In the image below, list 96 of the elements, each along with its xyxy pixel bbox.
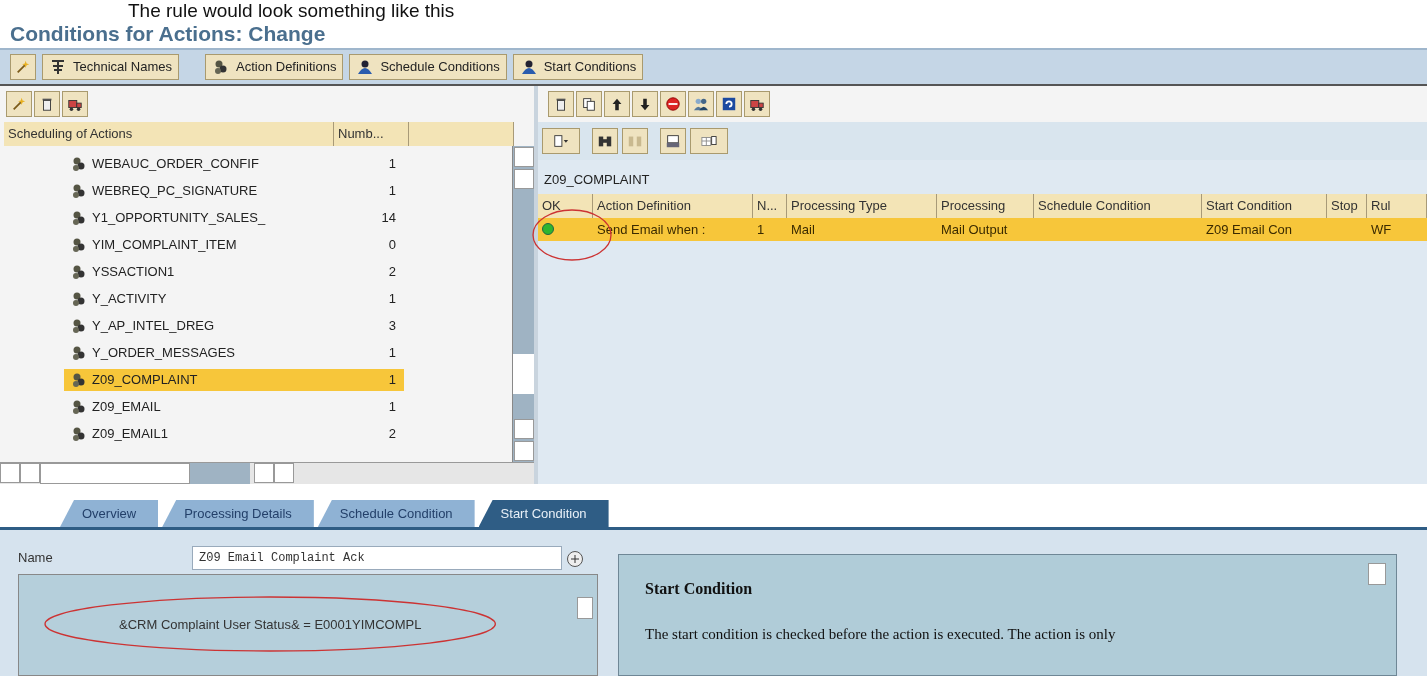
move-down-button[interactable] [632,91,658,117]
people-icon [519,58,538,76]
column-header: Stop [1327,193,1367,218]
tab[interactable]: Start Condition [478,500,609,527]
tree-item[interactable]: Y_AP_INTEL_DREG [64,314,329,337]
find-button[interactable] [592,128,618,154]
print-icon [665,133,681,149]
profile-label: Z09_COMPLAINT [543,171,651,189]
scrollbar[interactable] [577,597,593,619]
column-header: Scheduling of Actions [4,122,334,146]
column-header: Processing Type [787,193,937,218]
caption-text: The rule would look something like this [127,0,456,22]
item-count: 2 [387,262,397,281]
vertical-scrollbar[interactable] [512,146,534,462]
copy-icon [581,96,597,112]
item-count: 1 [387,397,397,416]
wand-icon [11,96,27,112]
item-name: Z09_EMAIL1 [92,424,168,443]
item-count: 1 [387,343,397,362]
scrollbar[interactable] [1368,563,1386,585]
item-name: Y_ACTIVITY [92,289,167,308]
tech-names-icon [49,58,67,76]
item-count: 1 [387,289,397,308]
new-button[interactable] [542,128,580,154]
help-title: Start Condition [645,579,754,599]
item-name: YSSACTION1 [92,262,175,281]
transport-button[interactable] [62,91,88,117]
toolbar-button[interactable]: Action Definitions [205,54,344,80]
tree-item[interactable]: WEBREQ_PC_SIGNATURE [64,179,329,202]
delete-button[interactable] [34,91,60,117]
item-name: Y1_OPPORTUNITY_SALES_ [92,208,266,227]
item-name: Z09_EMAIL [92,397,161,416]
tree-item[interactable]: YSSACTION1 [64,260,329,283]
condition-expression: &CRM Complaint User Status& = E0001YIMCOMPL [119,616,422,633]
table-cell-text: 1 [756,220,766,239]
item-count: 1 [329,368,404,391]
toolbar-button[interactable]: Schedule Conditions [349,54,507,80]
tree-item[interactable]: Y_ORDER_MESSAGES [64,341,329,364]
table-cell-text: Mail Output [940,220,1009,239]
people-icon [693,96,709,112]
stop-icon [665,96,681,112]
stop-button[interactable] [660,91,686,117]
item-name: WEBREQ_PC_SIGNATURE [92,181,258,200]
refresh-icon [721,96,737,112]
column-header: N... [753,193,787,218]
item-name: YIM_COMPLAINT_ITEM [92,235,237,254]
field-label: Name [18,549,54,568]
name-field[interactable]: Z09 Email Complaint Ack [192,546,562,570]
layout-button[interactable] [690,128,728,154]
tree-item[interactable]: Z09_EMAIL [64,395,329,418]
people-icon [356,58,375,76]
item-count: 2 [387,424,397,443]
tab[interactable]: Processing Details [162,500,314,527]
page-title: Conditions for Actions: Change [9,22,327,47]
layout-icon [701,133,717,149]
help-text: The start condition is checked before the action is executed. The action is only [645,625,1117,644]
tree-item[interactable]: YIM_COMPLAINT_ITEM [64,233,329,256]
item-count: 1 [387,181,397,200]
column-header: Schedule Condition [1034,193,1202,218]
table-cell-text: WF [1370,220,1393,239]
delete-button[interactable] [548,91,574,117]
toolbar-button[interactable]: Start Conditions [512,54,644,80]
horizontal-scrollbar[interactable] [0,462,534,484]
table-cell-text: Mail [790,220,816,239]
refresh-button[interactable] [716,91,742,117]
item-name: Y_ORDER_MESSAGES [92,343,236,362]
item-count: 3 [387,316,397,335]
tab[interactable]: Schedule Condition [317,500,475,527]
column-header: Numb... [334,122,409,146]
document-dropdown-icon [553,133,569,149]
item-count: 14 [380,208,397,227]
move-up-button[interactable] [604,91,630,117]
table-cell-text: Z09 Email Con [1205,220,1293,239]
tree-item[interactable]: Z09_COMPLAINT [64,368,329,391]
wand-icon [15,59,31,75]
column-header: Start Condition [1202,193,1327,218]
item-count: 1 [387,154,397,173]
column-header: Processing [937,193,1034,218]
toolbar-button[interactable]: Technical Names [42,54,179,80]
column-header: Action Definition [593,193,753,218]
people-button[interactable] [688,91,714,117]
tree-item[interactable]: Y1_OPPORTUNITY_SALES_ [64,206,329,229]
tree-item[interactable]: Y_ACTIVITY [64,287,329,310]
item-count: 0 [387,235,397,254]
column-header: Rul [1367,193,1427,218]
tree-item[interactable]: WEBAUC_ORDER_CONFIF [64,152,329,175]
tree-item[interactable]: Z09_EMAIL1 [64,422,329,445]
item-name: WEBAUC_ORDER_CONFIF [92,154,259,173]
print-button[interactable] [660,128,686,154]
column-header: OK [538,193,593,218]
tab[interactable]: Overview [60,500,159,527]
copy-button[interactable] [576,91,602,117]
transport-button[interactable] [744,91,770,117]
wand-button[interactable] [10,54,36,80]
item-name: Y_AP_INTEL_DREG [92,316,215,335]
item-name: Z09_COMPLAINT [92,370,198,389]
